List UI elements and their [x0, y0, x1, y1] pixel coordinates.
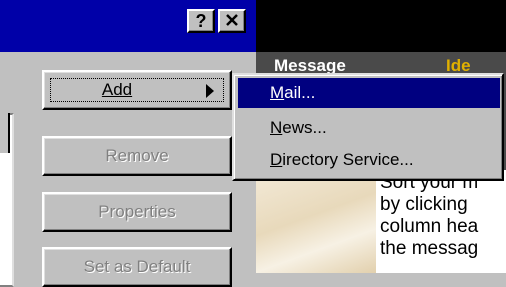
- help-button[interactable]: ?: [187, 9, 215, 33]
- properties-button-label: Properties: [98, 202, 176, 221]
- background-image: [256, 170, 376, 273]
- background-header-bar: [256, 0, 506, 52]
- menu-item-label: Directory Service...: [270, 150, 414, 169]
- accounts-list-header: [0, 113, 10, 153]
- background-text-line: the messag: [380, 238, 479, 259]
- accounts-dialog: ? Add Remove Properties Set as Default: [0, 0, 256, 287]
- close-button[interactable]: [218, 9, 246, 33]
- set-as-default-button[interactable]: Set as Default: [42, 247, 232, 287]
- add-submenu: Mail... News... Directory Service...: [232, 73, 504, 181]
- menu-item-label: Mail...: [270, 83, 316, 102]
- background-text-line: by clicking: [380, 194, 468, 215]
- remove-button[interactable]: Remove: [42, 136, 232, 176]
- menu-item-label: News...: [270, 118, 327, 137]
- title-bar: ?: [0, 0, 256, 52]
- remove-button-label: Remove: [105, 146, 169, 165]
- menu-item-news[interactable]: News...: [238, 113, 500, 143]
- close-x-icon: [226, 14, 238, 26]
- submenu-arrow-icon: [206, 84, 214, 98]
- set-as-default-button-label: Set as Default: [83, 257, 191, 276]
- properties-button[interactable]: Properties: [42, 192, 232, 232]
- background-text-line: column hea: [380, 216, 479, 237]
- menu-item-mail[interactable]: Mail...: [238, 78, 500, 108]
- add-button[interactable]: Add: [42, 70, 232, 110]
- add-button-label: Add: [101, 80, 133, 99]
- background-text: Sort your m by clicking column hea the m…: [380, 172, 506, 260]
- menu-item-directory-service[interactable]: Directory Service...: [238, 145, 500, 175]
